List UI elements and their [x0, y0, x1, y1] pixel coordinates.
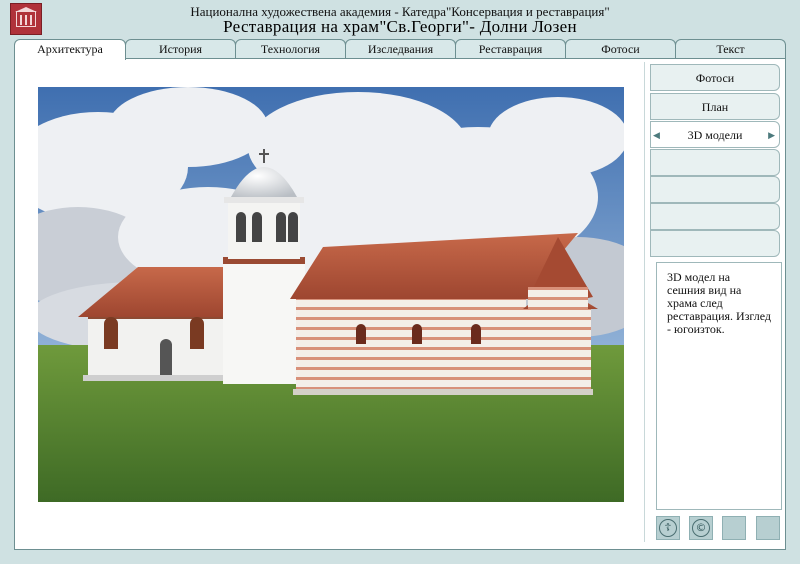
tab-history[interactable]: История	[125, 39, 236, 58]
main-tabs: Архитектура История Технология Изследван…	[14, 39, 786, 60]
header: Национална художествена академия - Катед…	[0, 0, 800, 40]
church-3d-render-image	[38, 87, 624, 502]
copyright-icon[interactable]: ©	[689, 516, 713, 540]
blank-square-icon[interactable]	[722, 516, 746, 540]
orthodox-cross-circle-icon[interactable]: ☦	[656, 516, 680, 540]
side-menu-empty-4[interactable]	[650, 230, 780, 257]
tab-architecture[interactable]: Архитектура	[14, 39, 126, 60]
side-menu-3d-models[interactable]: ◀ 3D модели ▶	[650, 121, 780, 148]
side-menu-empty-2[interactable]	[650, 176, 780, 203]
side-menu-3d-models-label: 3D модели	[687, 128, 743, 142]
tab-technology[interactable]: Технология	[235, 39, 346, 58]
tab-photos[interactable]: Фотоси	[565, 39, 676, 58]
side-menu-empty-3[interactable]	[650, 203, 780, 230]
arrow-right-icon: ▶	[768, 130, 775, 140]
tab-text[interactable]: Текст	[675, 39, 786, 58]
page-title: Реставрация на храм"Св.Георги"- Долни Ло…	[223, 17, 577, 36]
tab-research[interactable]: Изследвания	[345, 39, 456, 58]
tab-restoration[interactable]: Реставрация	[455, 39, 566, 58]
side-menu-plan[interactable]: План	[650, 93, 780, 120]
side-menu-photos[interactable]: Фотоси	[650, 64, 780, 91]
side-menu-empty-1[interactable]	[650, 149, 780, 176]
blank-square-icon[interactable]	[756, 516, 780, 540]
image-description: 3D модел на сешния вид на храма след рес…	[656, 262, 782, 510]
arrow-left-icon: ◀	[653, 130, 660, 140]
